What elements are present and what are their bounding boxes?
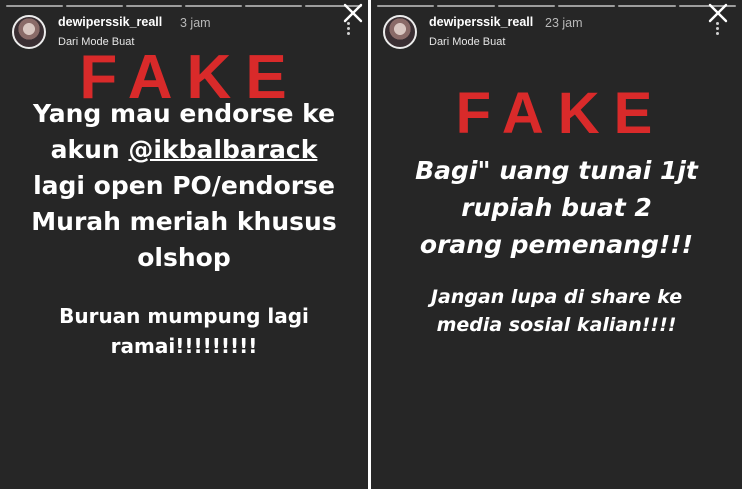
- fake-label: FAKE: [455, 81, 667, 146]
- more-options-icon[interactable]: [716, 22, 720, 35]
- avatar[interactable]: [383, 15, 417, 49]
- progress-bar: [6, 5, 362, 7]
- post-time: 3 jam: [180, 16, 211, 30]
- text-line: ramai!!!!!!!!!: [110, 334, 258, 358]
- text-line: orang pemenang!!!: [419, 230, 694, 259]
- avatar[interactable]: [12, 15, 46, 49]
- username[interactable]: dewiperssik_reall: [429, 15, 533, 29]
- story-secondary-text: Jangan lupa di share ke media sosial kal…: [371, 283, 742, 339]
- username[interactable]: dewiperssik_reall: [58, 15, 162, 29]
- story-panel-right[interactable]: dewiperssik_reall 23 jam Dari Mode Buat …: [371, 0, 742, 489]
- text-line: Buruan mumpung lagi: [59, 304, 309, 328]
- story-secondary-text: Buruan mumpung lagi ramai!!!!!!!!!: [0, 301, 368, 361]
- text-prefix: akun: [50, 135, 129, 164]
- text-line-mention: akun @ikbalbarack: [0, 132, 368, 168]
- mention-link[interactable]: @ikbalbarack: [128, 135, 317, 164]
- text-line: lagi open PO/endorse: [33, 171, 335, 200]
- story-subtitle: Dari Mode Buat: [429, 36, 506, 48]
- text-line: Jangan lupa di share ke: [430, 286, 683, 308]
- close-icon[interactable]: [342, 2, 364, 24]
- text-line: rupiah buat 2: [461, 193, 652, 222]
- close-icon[interactable]: [707, 2, 729, 24]
- story-main-text: Bagi" uang tunai 1jt rupiah buat 2 orang…: [371, 152, 742, 263]
- post-time: 23 jam: [545, 16, 583, 30]
- more-options-icon[interactable]: [347, 22, 351, 35]
- story-panel-left[interactable]: dewiperssik_reall 3 jam Dari Mode Buat F…: [0, 0, 368, 489]
- text-line: media sosial kalian!!!!: [436, 314, 677, 336]
- story-main-text: Yang mau endorse ke akun @ikbalbarack la…: [0, 96, 368, 276]
- text-line: Bagi" uang tunai 1jt: [415, 156, 698, 185]
- text-line: Murah meriah khusus: [31, 207, 337, 236]
- text-line: Yang mau endorse ke: [32, 99, 336, 128]
- text-line: olshop: [137, 243, 231, 272]
- progress-bar: [377, 5, 736, 7]
